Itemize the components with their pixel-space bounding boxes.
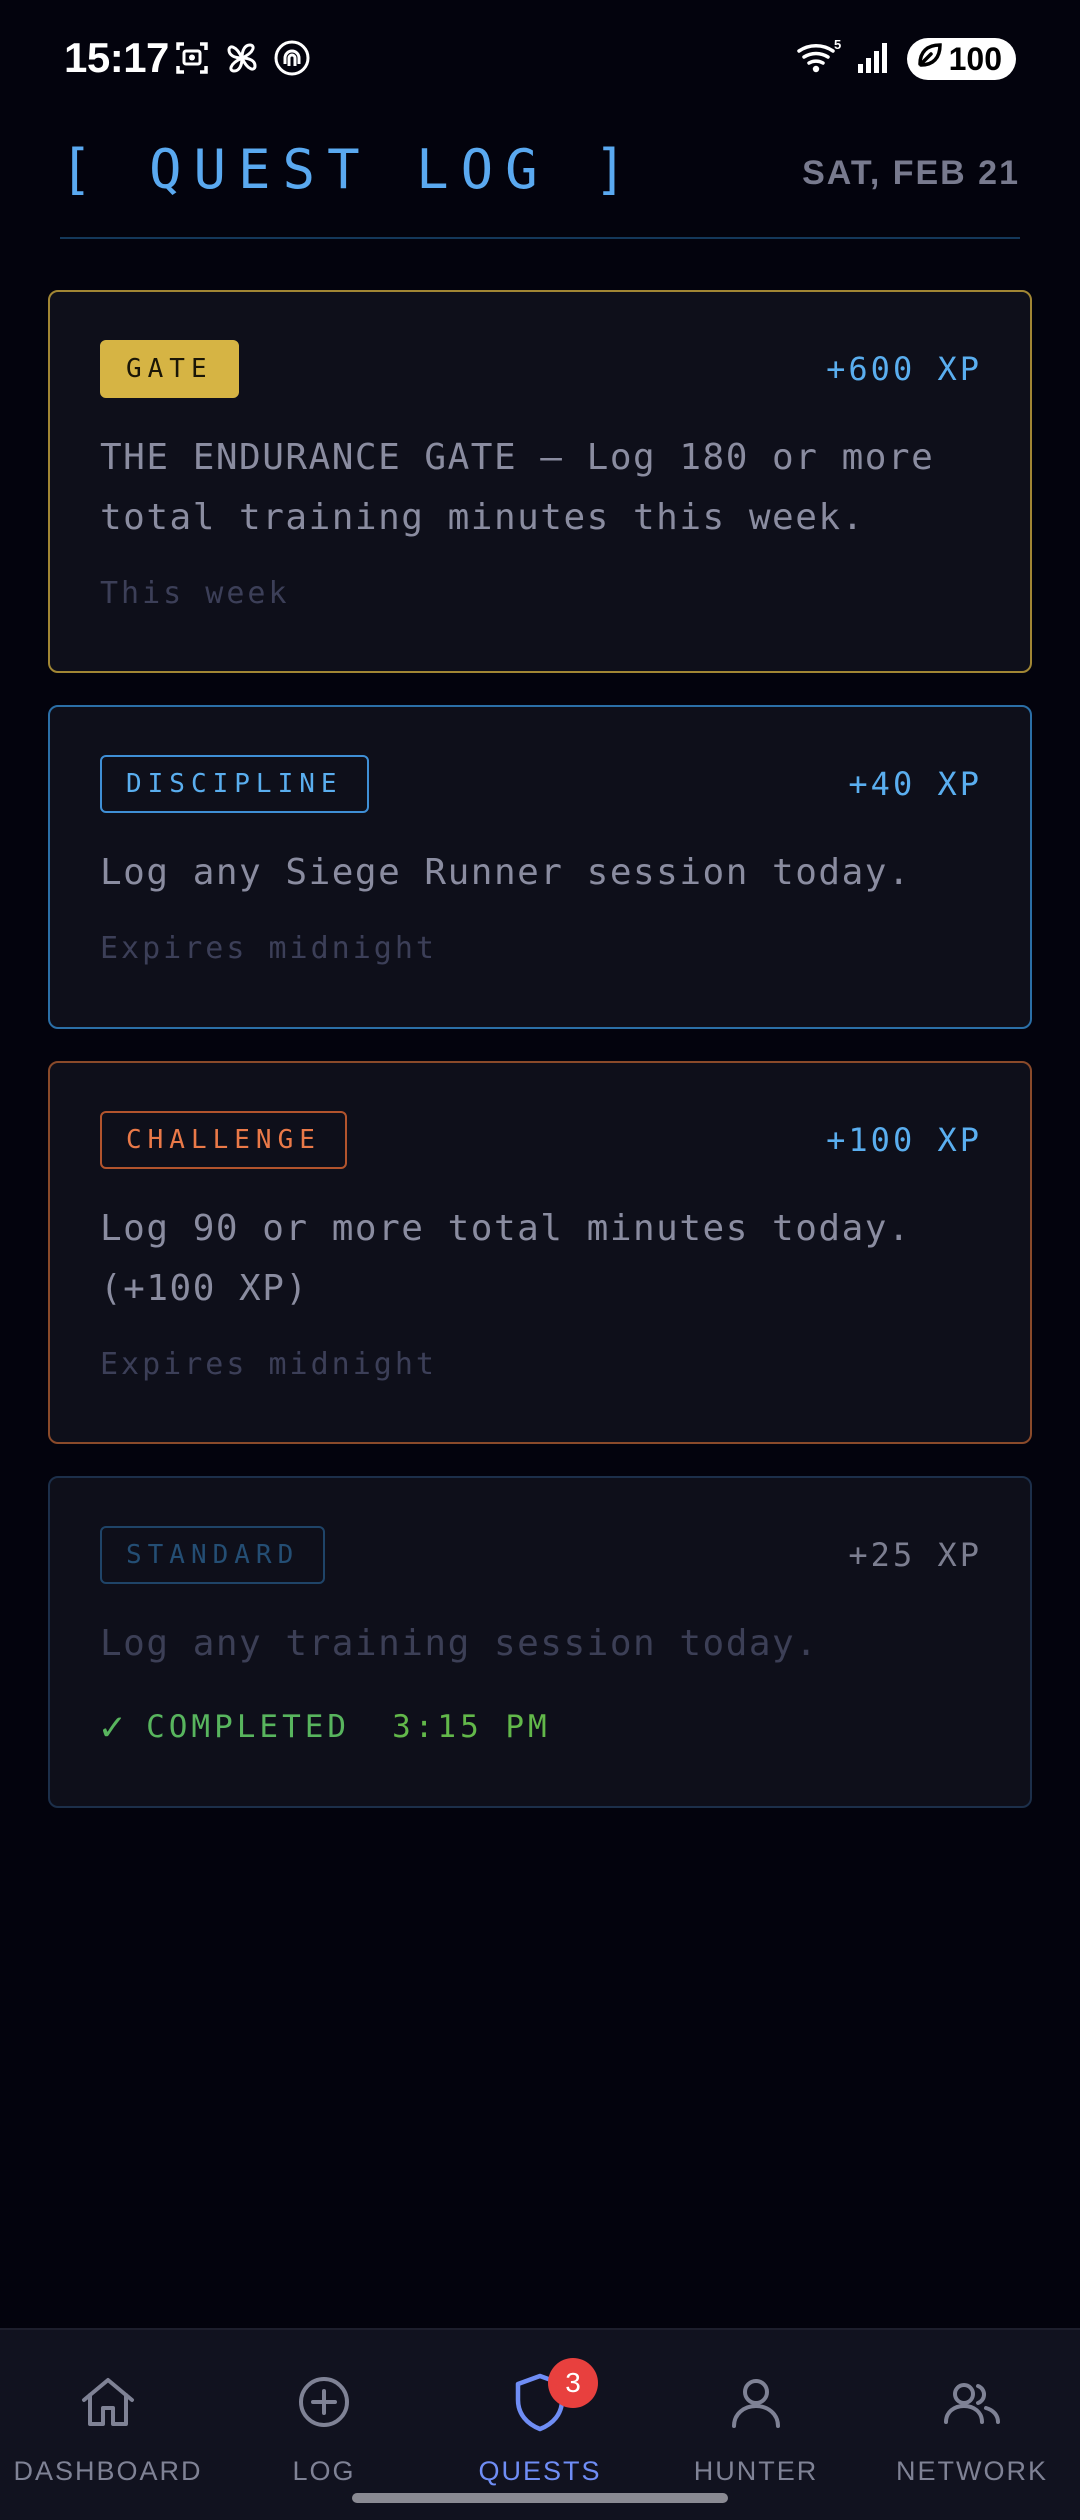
fingerprint-icon — [272, 38, 312, 78]
wifi-icon: 5 — [796, 37, 843, 79]
nav-item-log[interactable]: LOG — [224, 2370, 424, 2487]
quest-type-badge: DISCIPLINE — [100, 755, 369, 813]
nav-label: QUESTS — [478, 2456, 602, 2486]
home-indicator[interactable] — [352, 2493, 728, 2503]
quest-type-badge: STANDARD — [100, 1526, 326, 1584]
quest-expiry: Expires midnight — [100, 931, 437, 966]
nav-item-dashboard[interactable]: DASHBOARD — [8, 2370, 208, 2487]
page-date: SAT, FEB 21 — [802, 154, 1020, 192]
system-icons: 5 100 — [796, 37, 1016, 80]
wifi-label: 5 — [834, 39, 841, 52]
header-divider — [60, 237, 1020, 239]
quest-type-badge: GATE — [100, 340, 239, 398]
nav-item-quests[interactable]: 3 QUESTS — [440, 2358, 640, 2487]
quest-card-challenge[interactable]: CHALLENGE +100 XP Log 90 or more total m… — [48, 1061, 1032, 1444]
quest-xp-reward: +25 XP — [848, 1536, 982, 1574]
quest-card-standard[interactable]: STANDARD +25 XP Log any training session… — [48, 1476, 1032, 1808]
quest-description: Log any training session today. — [100, 1623, 819, 1664]
quest-xp-reward: +100 XP — [826, 1121, 982, 1159]
signal-icon — [857, 40, 893, 78]
quest-card-discipline[interactable]: DISCIPLINE +40 XP Log any Siege Runner s… — [48, 705, 1032, 1029]
quests-count-badge: 3 — [548, 2358, 598, 2408]
completed-label: COMPLETED — [146, 1709, 351, 1745]
status-time: 15:17 — [64, 34, 169, 81]
user-icon — [724, 2370, 788, 2434]
home-icon — [76, 2370, 140, 2434]
battery-level: 100 — [948, 40, 1002, 77]
screenshot-icon — [172, 38, 212, 78]
nav-item-hunter[interactable]: HUNTER — [656, 2370, 856, 2487]
page-title: [ QUEST LOG ] — [60, 138, 639, 201]
quest-xp-reward: +600 XP — [826, 350, 982, 388]
nav-label: LOG — [292, 2456, 356, 2486]
pinwheel-icon — [222, 38, 262, 78]
plus-circle-icon — [292, 2370, 356, 2434]
nav-item-network[interactable]: NETWORK — [872, 2370, 1072, 2487]
nav-label: NETWORK — [896, 2456, 1048, 2486]
quest-xp-reward: +40 XP — [848, 765, 982, 803]
quest-expiry: This week — [100, 576, 290, 611]
status-bar: 15:17 5 100 — [0, 0, 1080, 120]
nav-label: DASHBOARD — [13, 2456, 203, 2486]
page-header: [ QUEST LOG ] SAT, FEB 21 — [60, 130, 1020, 240]
bottom-nav: DASHBOARD LOG 3 QUESTS HUNTER NETWORK — [0, 2328, 1080, 2520]
quest-type-badge: CHALLENGE — [100, 1111, 347, 1169]
quest-description: THE ENDURANCE GATE — Log 180 or more tot… — [100, 437, 935, 538]
users-icon — [940, 2370, 1004, 2434]
notification-icons — [172, 38, 312, 78]
quest-card-gate[interactable]: GATE +600 XP THE ENDURANCE GATE — Log 18… — [48, 290, 1032, 673]
completed-time: 3:15 PM — [392, 1709, 551, 1745]
check-icon: ✓ — [100, 1704, 129, 1750]
battery-indicator: 100 — [906, 38, 1016, 80]
battery-saver-icon — [915, 40, 945, 78]
quest-list: GATE +600 XP THE ENDURANCE GATE — Log 18… — [48, 290, 1032, 1840]
nav-label: HUNTER — [693, 2456, 819, 2486]
quest-description: Log 90 or more total minutes today. (+10… — [100, 1208, 912, 1309]
quest-completed-status: ✓ COMPLETED 3:15 PM — [100, 1704, 982, 1750]
quest-description: Log any Siege Runner session today. — [100, 852, 912, 893]
quest-expiry: Expires midnight — [100, 1347, 437, 1382]
